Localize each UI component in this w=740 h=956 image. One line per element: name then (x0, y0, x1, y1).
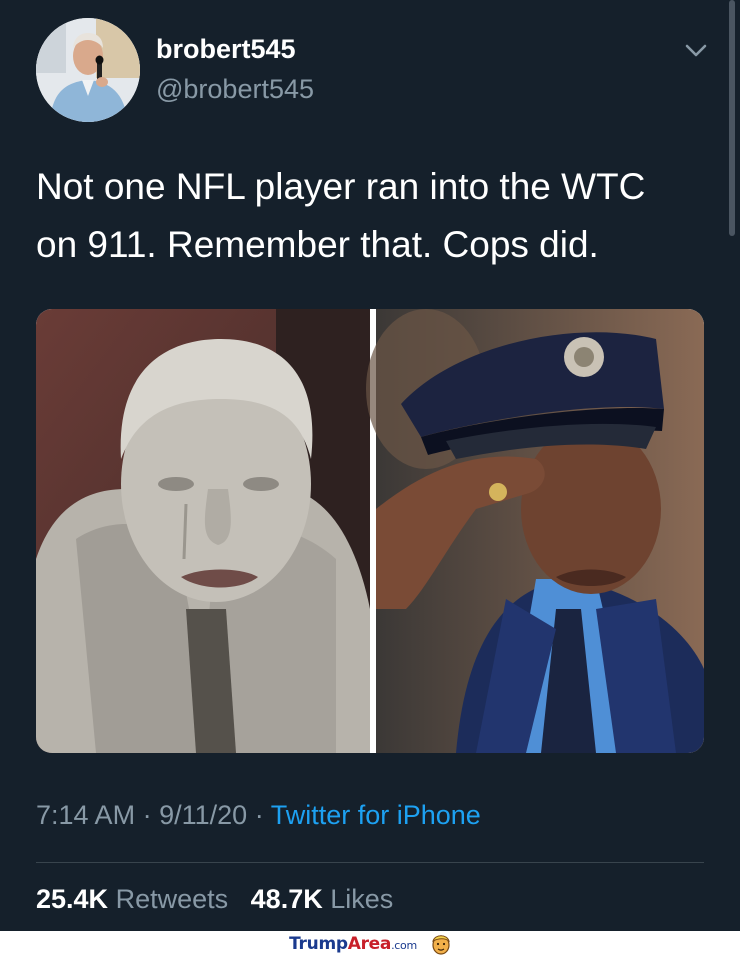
user-handle[interactable]: @brobert545 (156, 74, 314, 105)
divider (36, 862, 704, 863)
display-name[interactable]: brobert545 (156, 34, 296, 65)
tweet-stats: 25.4K Retweets 48.7K Likes (36, 884, 393, 915)
photo-saluting-officer (366, 309, 704, 753)
watermark-bar: TrumpArea.com (0, 931, 740, 956)
tweet-media[interactable] (36, 309, 704, 753)
scrollbar[interactable] (729, 0, 735, 236)
tweet-source-link[interactable]: Twitter for iPhone (271, 800, 481, 830)
separator-dot: · (142, 800, 160, 830)
avatar[interactable] (36, 18, 140, 122)
watermark-part1: Trump (289, 933, 348, 954)
tweet-text: Not one NFL player ran into the WTC on 9… (36, 166, 646, 265)
likes-count: 48.7K (250, 884, 323, 914)
retweets-count: 25.4K (36, 884, 109, 914)
retweets-label: Retweets (115, 884, 229, 914)
tweet-card: brobert545 @brobert545 Not one NFL playe… (0, 0, 740, 931)
likes-label: Likes (330, 884, 394, 914)
retweets-stat[interactable]: 25.4K Retweets (36, 884, 228, 914)
tweet-metadata: 7:14 AM · 9/11/20 · Twitter for iPhone (36, 800, 481, 831)
tweet-time[interactable]: 7:14 AM (36, 800, 135, 830)
tweet-date[interactable]: 9/11/20 (159, 800, 247, 830)
watermark-logo: TrumpArea.com (289, 934, 417, 954)
chevron-down-icon[interactable] (682, 40, 710, 62)
photo-dust-covered-man (36, 309, 370, 753)
watermark-tld: .com (391, 938, 417, 952)
separator-dot: · (254, 800, 271, 830)
likes-stat[interactable]: 48.7K Likes (251, 884, 394, 914)
trump-face-icon (432, 934, 450, 955)
watermark-part2: Area (347, 933, 392, 954)
